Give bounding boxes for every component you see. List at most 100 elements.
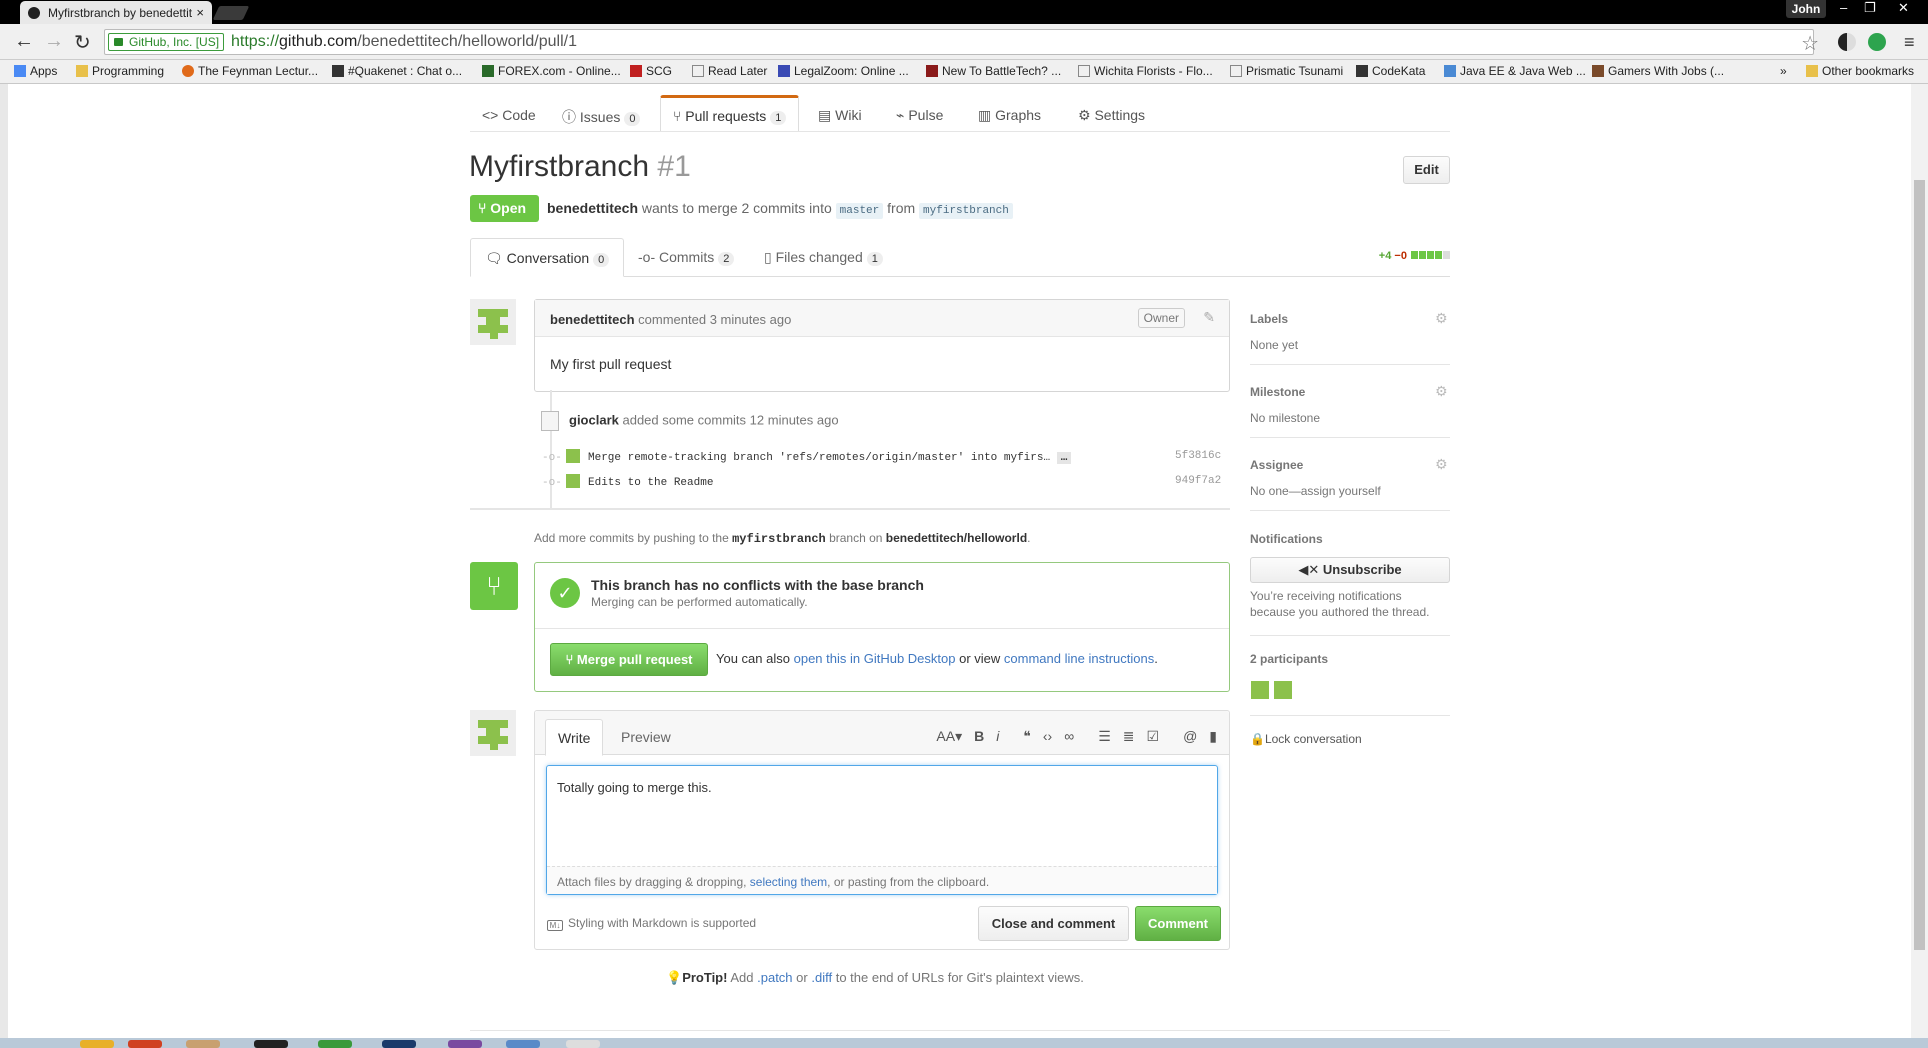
- unsubscribe-button[interactable]: ◀✕ Unsubscribe: [1250, 557, 1450, 583]
- select-files-link[interactable]: selecting them: [750, 875, 827, 889]
- command-line-instructions-link[interactable]: command line instructions: [1004, 651, 1154, 666]
- new-tab-button[interactable]: [212, 6, 250, 20]
- commit-message[interactable]: Edits to the Readme: [588, 477, 713, 489]
- edit-title-button[interactable]: Edit: [1403, 156, 1450, 184]
- italic-icon[interactable]: i: [996, 728, 999, 744]
- commit-message[interactable]: Merge remote-tracking branch 'refs/remot…: [588, 452, 1050, 464]
- labels-gear-icon[interactable]: ⚙: [1435, 310, 1448, 327]
- bookmark-feynman[interactable]: The Feynman Lectur...: [182, 64, 318, 78]
- bookmark-battletech[interactable]: New To BattleTech? ...: [926, 64, 1061, 78]
- tab-write[interactable]: Write: [545, 719, 604, 756]
- bold-icon[interactable]: B: [974, 728, 984, 744]
- taskbar-app-icon[interactable]: [318, 1040, 352, 1048]
- bookmark-codekata[interactable]: CodeKata: [1356, 64, 1425, 78]
- close-window-icon[interactable]: ✕: [1898, 0, 1909, 16]
- close-and-comment-button[interactable]: Close and comment: [978, 906, 1129, 941]
- restore-icon[interactable]: ❐: [1864, 0, 1876, 16]
- quote-icon[interactable]: ❝: [1023, 728, 1031, 744]
- comment-author-link[interactable]: benedettitech: [550, 312, 635, 327]
- lock-conversation-link[interactable]: 🔒Lock conversation: [1250, 732, 1362, 746]
- taskbar-app-icon[interactable]: [186, 1040, 220, 1048]
- tab-files-changed[interactable]: ▯ Files changed 1: [750, 238, 897, 277]
- milestone-heading[interactable]: Milestone: [1250, 385, 1305, 399]
- milestone-gear-icon[interactable]: ⚙: [1435, 383, 1448, 400]
- taskbar-app-icon[interactable]: [506, 1040, 540, 1048]
- assignee-heading[interactable]: Assignee: [1250, 458, 1303, 472]
- patch-link[interactable]: .patch: [757, 970, 792, 985]
- taskbar-app-icon[interactable]: [80, 1040, 114, 1048]
- markdown-note[interactable]: M↓ Styling with Markdown is supported: [547, 916, 756, 931]
- commits-author-link[interactable]: gioclark: [569, 412, 619, 427]
- task-list-icon[interactable]: ☑: [1147, 728, 1160, 744]
- bookmark-quakenet[interactable]: #Quakenet : Chat o...: [332, 64, 462, 78]
- tab-preview[interactable]: Preview: [621, 729, 671, 745]
- bookmark-programming[interactable]: Programming: [76, 64, 164, 78]
- profile-button[interactable]: John: [1786, 0, 1826, 18]
- diff-link[interactable]: .diff: [811, 970, 832, 985]
- extension-contrast-icon[interactable]: [1838, 33, 1856, 51]
- bookmark-forex[interactable]: FOREX.com - Online...: [482, 64, 621, 78]
- tab-conversation[interactable]: 🗨 Conversation 0: [470, 238, 625, 277]
- repo-nav-code[interactable]: <> Code: [470, 95, 548, 132]
- participant-avatar[interactable]: [1251, 681, 1269, 699]
- bookmark-wichita-florists[interactable]: Wichita Florists - Flo...: [1078, 64, 1213, 78]
- labels-heading[interactable]: Labels: [1250, 312, 1288, 326]
- avatar[interactable]: [470, 299, 516, 345]
- repo-nav-pull-requests[interactable]: ⑂ Pull requests 1: [660, 95, 800, 132]
- attach-files-zone[interactable]: Attach files by dragging & dropping, sel…: [547, 866, 1217, 894]
- chrome-menu-icon[interactable]: ≡: [1904, 32, 1915, 53]
- repo-nav-pulse[interactable]: ⌁ Pulse: [884, 95, 955, 132]
- numbered-list-icon[interactable]: ≣: [1123, 728, 1135, 744]
- repo-nav-settings[interactable]: ⚙ Settings: [1066, 95, 1157, 132]
- comment-textarea[interactable]: Totally going to merge this. Attach file…: [546, 765, 1218, 895]
- taskbar-app-icon[interactable]: [448, 1040, 482, 1048]
- reload-icon[interactable]: ↻: [74, 30, 91, 55]
- tab-commits[interactable]: -o- Commits 2: [624, 238, 748, 277]
- extension-green-icon[interactable]: [1868, 33, 1886, 51]
- bookmark-java-ee[interactable]: Java EE & Java Web ...: [1444, 64, 1586, 78]
- avatar[interactable]: [470, 710, 516, 756]
- taskbar-app-icon[interactable]: [382, 1040, 416, 1048]
- repo-nav-graphs[interactable]: ▥ Graphs: [966, 95, 1053, 132]
- bookmark-apps[interactable]: Apps: [14, 64, 57, 78]
- forward-icon[interactable]: →: [44, 30, 64, 53]
- scrollbar-thumb[interactable]: [1914, 180, 1925, 950]
- address-bar[interactable]: GitHub, Inc. [US] https://github.com/ben…: [104, 29, 1819, 55]
- code-icon[interactable]: ‹›: [1043, 728, 1052, 744]
- commit-avatar[interactable]: [566, 474, 580, 488]
- bookmark-read-later[interactable]: Read Later: [692, 64, 767, 78]
- commit-avatar[interactable]: [566, 449, 580, 463]
- taskbar-app-icon[interactable]: [128, 1040, 162, 1048]
- bookmark-scg[interactable]: SCG: [630, 64, 672, 78]
- saved-reply-icon[interactable]: ▮: [1209, 728, 1217, 744]
- merge-pull-request-button[interactable]: ⑂ Merge pull request: [550, 643, 708, 676]
- minimize-icon[interactable]: –: [1840, 0, 1847, 15]
- repo-link[interactable]: benedettitech/helloworld: [886, 531, 1027, 545]
- bookmark-legalzoom[interactable]: LegalZoom: Online ...: [778, 64, 909, 78]
- expand-commit-button[interactable]: …: [1056, 452, 1072, 464]
- participant-avatar[interactable]: [1274, 681, 1292, 699]
- assignee-value[interactable]: No one—assign yourself: [1250, 484, 1381, 498]
- open-in-desktop-link[interactable]: open this in GitHub Desktop: [794, 651, 956, 666]
- taskbar-app-icon[interactable]: [566, 1040, 600, 1048]
- header-icon[interactable]: AA▾: [936, 728, 962, 744]
- commit-sha[interactable]: 949f7a2: [1175, 475, 1221, 487]
- bookmark-prismatic-tsunami[interactable]: Prismatic Tsunami: [1230, 64, 1343, 78]
- comment-timestamp[interactable]: 3 minutes ago: [710, 312, 792, 327]
- pr-author-link[interactable]: benedettitech: [547, 200, 638, 216]
- bookmarks-overflow-icon[interactable]: »: [1780, 64, 1787, 78]
- mention-icon[interactable]: @: [1183, 728, 1197, 744]
- assignee-gear-icon[interactable]: ⚙: [1435, 456, 1448, 473]
- repo-nav-issues[interactable]: ⓘ Issues 0: [550, 95, 652, 132]
- bookmark-star-icon[interactable]: ☆: [1801, 31, 1819, 56]
- repo-nav-wiki[interactable]: ▤ Wiki: [806, 95, 874, 132]
- browser-tab[interactable]: Myfirstbranch by benedettit ×: [20, 1, 212, 24]
- bookmark-other[interactable]: Other bookmarks: [1806, 64, 1914, 78]
- commit-sha[interactable]: 5f3816c: [1175, 450, 1221, 462]
- close-tab-icon[interactable]: ×: [196, 5, 204, 20]
- edit-comment-icon[interactable]: ✎: [1203, 309, 1215, 326]
- comment-button[interactable]: Comment: [1135, 906, 1221, 941]
- link-icon[interactable]: ∞: [1064, 728, 1074, 744]
- back-icon[interactable]: ←: [14, 30, 34, 53]
- taskbar-app-icon[interactable]: [254, 1040, 288, 1048]
